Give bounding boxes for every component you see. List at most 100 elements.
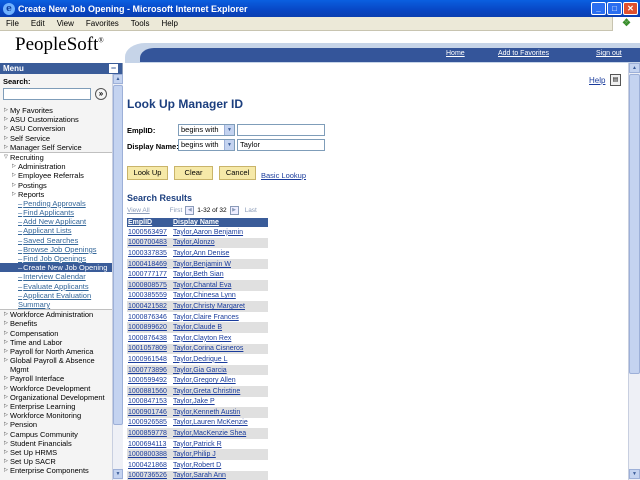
column-header-display-name[interactable]: Display Name (172, 218, 268, 227)
emplid-link[interactable]: 1000847153 (127, 396, 172, 408)
emplid-link[interactable]: 1000777177 (127, 269, 172, 280)
maximize-button[interactable]: □ (607, 2, 622, 15)
emplid-link[interactable]: 1001057809 (127, 343, 172, 355)
table-row[interactable]: 1000421582 Taylor,Christy Margaret (127, 301, 268, 312)
display-name-link[interactable]: Taylor,Gia Garcia (172, 364, 268, 376)
menu-item-payroll-for-north-america[interactable]: ▷ Payroll for North America (0, 347, 112, 356)
table-row[interactable]: 1000700483 Taylor,Alonzo (127, 237, 268, 249)
table-row[interactable]: 1000337835 Taylor,Ann Denise (127, 248, 268, 259)
menu-item-workforce-development[interactable]: ▷ Workforce Development (0, 384, 112, 393)
table-row[interactable]: 1000694113 Taylor,Patrick R (127, 438, 268, 450)
table-row[interactable]: 1000876346 Taylor,Claire Frances (127, 311, 268, 323)
previous-icon[interactable]: ◀ (185, 205, 195, 215)
display-name-input[interactable]: Taylor (237, 139, 325, 151)
table-row[interactable]: 1000881560 Taylor,Greta Christine (127, 385, 268, 397)
menu-item-compensation[interactable]: ▷ Compensation (0, 329, 112, 338)
menu-item-student-financials[interactable]: ▷ Student Financials (0, 439, 112, 448)
basic-lookup-link[interactable]: Basic Lookup (261, 171, 306, 180)
display-name-link[interactable]: Taylor,Chantal Eva (172, 279, 268, 291)
emplid-link[interactable]: 1000773896 (127, 364, 172, 376)
table-row[interactable]: 1000777177 Taylor,Beth Sian (127, 269, 268, 280)
menu-link-applicant-evaluation-summary[interactable]: Summary (0, 300, 112, 309)
menu-item-global-payroll-absence[interactable]: ▷ Global Payroll & Absence (0, 356, 112, 365)
menu-item-time-and-labor[interactable]: ▷ Time and Labor (0, 338, 112, 347)
display-name-link[interactable]: Taylor,Aaron Benjamin (172, 227, 268, 238)
display-name-link[interactable]: Taylor,Christy Margaret (172, 301, 268, 312)
view-all-link[interactable]: View All (127, 207, 150, 214)
menu-link-find-job-openings[interactable]: Find Job Openings (0, 254, 112, 263)
emplid-link[interactable]: 1000418469 (127, 258, 172, 270)
menu-item-pension[interactable]: ▷ Pension (0, 420, 112, 429)
emplid-link[interactable]: 1000881560 (127, 385, 172, 397)
table-row[interactable]: 1000961548 Taylor,Dedrique L (127, 354, 268, 365)
column-header-emplid[interactable]: EmplID (127, 218, 172, 227)
emplid-link[interactable]: 1000694113 (127, 438, 172, 450)
menu-favorites[interactable]: Favorites (80, 19, 125, 28)
emplid-link[interactable]: 1000563497 (127, 227, 172, 238)
menu-link-saved-searches[interactable]: Saved Searches (0, 236, 112, 245)
last-link[interactable]: Last (245, 207, 257, 214)
emplid-link[interactable]: 1000808575 (127, 279, 172, 291)
menu-item-postings[interactable]: ▷ Postings (0, 181, 112, 190)
display-name-link[interactable]: Taylor,Benjamin W (172, 258, 268, 270)
menu-link-applicant-lists[interactable]: Applicant Lists (0, 226, 112, 235)
add-to-favorites-link[interactable]: Add to Favorites (498, 50, 549, 57)
table-row[interactable]: 1000859778 Taylor,MacKenzie Shea (127, 428, 268, 439)
display-name-link[interactable]: Taylor,Jake P (172, 396, 268, 408)
emplid-link[interactable]: 1000421868 (127, 460, 172, 471)
table-row[interactable]: 1000421868 Taylor,Robert D (127, 460, 268, 471)
emplid-input[interactable] (237, 124, 325, 136)
display-name-link[interactable]: Taylor,Clayton Rex (172, 332, 268, 344)
table-row[interactable]: 1000418469 Taylor,Benjamin W (127, 258, 268, 270)
display-name-link[interactable]: Taylor,Robert D (172, 460, 268, 471)
scroll-down-icon[interactable]: ▼ (629, 469, 640, 479)
display-name-link[interactable]: Taylor,Philip J (172, 449, 268, 461)
page-scrollbar[interactable]: ▲ ▼ (628, 63, 640, 480)
next-icon[interactable]: ▶ (229, 205, 239, 215)
menu-scroll-thumb[interactable] (113, 85, 123, 425)
display-name-link[interactable]: Taylor,Lauren McKenzie (172, 417, 268, 429)
table-row[interactable]: 1000599492 Taylor,Gregory Allen (127, 375, 268, 386)
emplid-link[interactable]: 1000876438 (127, 332, 172, 344)
emplid-operator-select[interactable]: begins with ▼ (178, 124, 235, 136)
display-name-link[interactable]: Taylor,Sarah Ann (172, 470, 268, 480)
help-link[interactable]: Help (589, 76, 605, 85)
menu-item-organizational-development[interactable]: ▷ Organizational Development (0, 393, 112, 402)
display-name-link[interactable]: Taylor,Corina Cisneros (172, 343, 268, 355)
menu-search-input[interactable] (3, 87, 91, 100)
menu-view[interactable]: View (51, 19, 80, 28)
emplid-link[interactable]: 1000421582 (127, 301, 172, 312)
menu-item-workforce-monitoring[interactable]: ▷ Workforce Monitoring (0, 411, 112, 420)
menu-tools[interactable]: Tools (125, 19, 156, 28)
display-name-link[interactable]: Taylor,Beth Sian (172, 269, 268, 280)
table-row[interactable]: 1000901746 Taylor,Kenneth Austin (127, 407, 268, 418)
scroll-up-icon[interactable]: ▲ (629, 63, 640, 73)
emplid-link[interactable]: 1000700483 (127, 237, 172, 249)
home-link[interactable]: Home (446, 50, 465, 57)
menu-link-applicant-evaluation[interactable]: Applicant Evaluation (0, 291, 112, 300)
scroll-down-icon[interactable]: ▼ (113, 469, 123, 479)
display-name-link[interactable]: Taylor,Alonzo (172, 237, 268, 249)
menu-help[interactable]: Help (155, 19, 183, 28)
table-row[interactable]: 1000926585 Taylor,Lauren McKenzie (127, 417, 268, 429)
menu-item-enterprise-components[interactable]: ▷ Enterprise Components (0, 466, 112, 475)
menu-item-manager-self-service[interactable]: ▷ Manager Self Service (0, 143, 112, 152)
emplid-link[interactable]: 1000859778 (127, 428, 172, 439)
menu-link-pending-approvals[interactable]: Pending Approvals (0, 199, 112, 208)
table-row[interactable]: 1000876438 Taylor,Clayton Rex (127, 332, 268, 344)
menu-item-my-favorites[interactable]: ▷ My Favorites (0, 106, 112, 115)
emplid-link[interactable]: 1000899620 (127, 322, 172, 333)
display-name-link[interactable]: Taylor,Gregory Allen (172, 375, 268, 386)
table-row[interactable]: 1000773896 Taylor,Gia Garcia (127, 364, 268, 376)
close-button[interactable]: ✕ (623, 2, 638, 15)
emplid-link[interactable]: 1000385559 (127, 290, 172, 302)
display-name-link[interactable]: Taylor,Greta Christine (172, 385, 268, 397)
menu-link-add-new-applicant[interactable]: Add New Applicant (0, 217, 112, 226)
menu-item-workforce-administration[interactable]: ▷ Workforce Administration (0, 310, 112, 319)
emplid-link[interactable]: 1000599492 (127, 375, 172, 386)
emplid-link[interactable]: 1000876346 (127, 311, 172, 323)
search-go-icon[interactable]: » (95, 87, 107, 100)
menu-item-asu-conversion[interactable]: ▷ ASU Conversion (0, 124, 112, 133)
menu-file[interactable]: File (0, 19, 25, 28)
table-row[interactable]: 1000385559 Taylor,Chinesa Lynn (127, 290, 268, 302)
